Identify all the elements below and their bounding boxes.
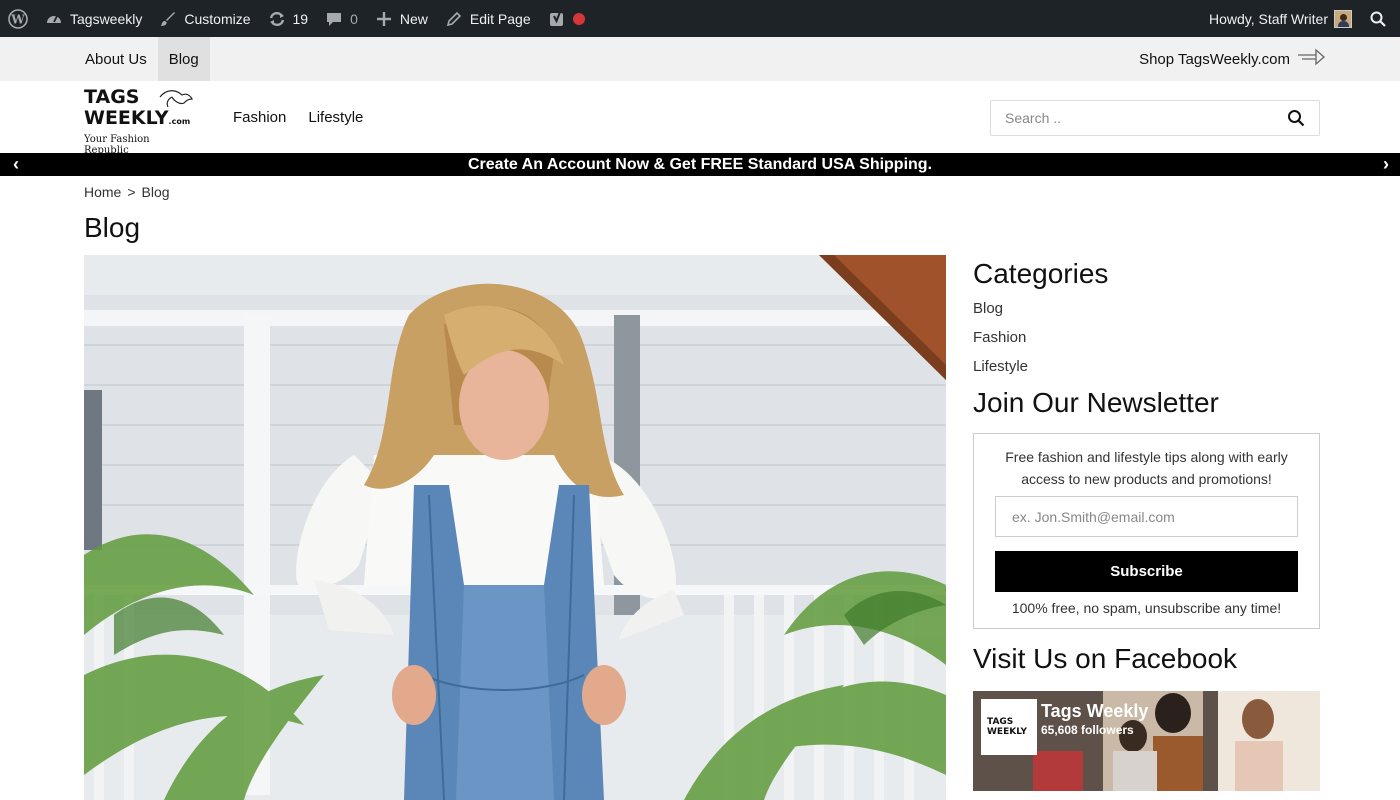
newsletter-note: 100% free, no spam, unsubscribe any time…: [1011, 600, 1282, 616]
site-name-label: Tagsweekly: [70, 10, 143, 27]
wp-admin-bar: W Tagsweekly Customize 19 0 New Edit Pag…: [0, 0, 1400, 37]
seo-status-dot: [572, 12, 585, 25]
category-link-lifestyle[interactable]: Lifestyle: [973, 358, 1028, 375]
howdy-label: Howdy, Staff Writer: [1208, 10, 1328, 27]
email-field[interactable]: [995, 496, 1298, 537]
site-header: TAGS WEEKLY.com Your Fashion Republic Fa…: [0, 81, 1400, 156]
wordpress-icon: W: [8, 8, 28, 29]
announcement-prev-button[interactable]: ‹: [6, 153, 26, 176]
announcement-bar: ‹ Create An Account Now & Get FREE Stand…: [0, 153, 1400, 176]
site-logo[interactable]: TAGS WEEKLY.com Your Fashion Republic: [84, 87, 196, 156]
arrow-right-icon: [1296, 47, 1326, 71]
sidebar: Categories Blog Fashion Lifestyle Join O…: [973, 258, 1320, 791]
subscribe-button[interactable]: Subscribe: [995, 551, 1298, 592]
new-content-button[interactable]: New: [366, 0, 436, 37]
search-box: [990, 100, 1320, 136]
comment-icon: [324, 9, 344, 29]
nav-link-fashion[interactable]: Fashion: [222, 109, 297, 126]
fb-logo-line-1: TAGS: [987, 717, 1014, 727]
pencil-icon: [444, 9, 464, 29]
site-name-menu[interactable]: Tagsweekly: [36, 0, 150, 37]
dashboard-icon: [44, 9, 64, 29]
nav-link-about-us[interactable]: About Us: [74, 37, 158, 81]
breadcrumb-separator: >: [127, 184, 136, 200]
plus-icon: [374, 9, 394, 29]
customize-label: Customize: [184, 10, 251, 27]
facebook-page-name[interactable]: Tags Weekly: [1041, 701, 1148, 722]
logo-bird-icon: [158, 87, 194, 116]
breadcrumb-current: Blog: [141, 184, 170, 200]
yoast-seo-button[interactable]: [539, 0, 593, 37]
newsletter-form: Free fashion and lifestyle tips along wi…: [973, 433, 1320, 629]
announcement-next-button[interactable]: ›: [1376, 153, 1396, 176]
categories-title: Categories: [973, 258, 1109, 289]
comments-count: 0: [350, 10, 358, 27]
breadcrumb: Home > Blog: [84, 184, 170, 200]
search-icon[interactable]: [1287, 109, 1305, 127]
updates-icon: [267, 9, 287, 29]
announcement-text[interactable]: Create An Account Now & Get FREE Standar…: [468, 156, 932, 174]
main-navigation: Fashion Lifestyle: [222, 81, 374, 153]
my-account-menu[interactable]: Howdy, Staff Writer: [1201, 0, 1360, 37]
shop-link-label: Shop TagsWeekly.com: [1139, 50, 1290, 68]
edit-page-label: Edit Page: [469, 10, 531, 27]
logo-line-2: WEEKLY: [84, 107, 169, 129]
avatar: [1334, 9, 1352, 28]
page-title: Blog: [84, 212, 141, 243]
facebook-title: Visit Us on Facebook: [973, 643, 1238, 674]
nav-link-lifestyle[interactable]: Lifestyle: [297, 109, 374, 126]
admin-search-button[interactable]: [1360, 0, 1400, 37]
featured-image[interactable]: [84, 255, 946, 800]
comments-button[interactable]: 0: [316, 0, 366, 37]
category-link-fashion[interactable]: Fashion: [973, 329, 1026, 346]
logo-com: .com: [168, 117, 191, 126]
svg-text:W: W: [10, 12, 25, 26]
shop-link[interactable]: Shop TagsWeekly.com: [1139, 37, 1326, 81]
brush-icon: [158, 9, 178, 29]
newsletter-title: Join Our Newsletter: [973, 387, 1219, 418]
facebook-page-plugin[interactable]: TAGS WEEKLY Tags Weekly 65,608 followers: [973, 691, 1320, 791]
yoast-icon: [547, 9, 567, 29]
updates-count: 19: [292, 10, 309, 27]
edit-page-button[interactable]: Edit Page: [436, 0, 539, 37]
fb-logo-line-2: WEEKLY: [987, 727, 1028, 737]
search-input[interactable]: [1005, 110, 1287, 126]
facebook-followers: 65,608 followers: [1041, 723, 1134, 737]
new-label: New: [399, 10, 428, 27]
search-icon: [1368, 9, 1388, 29]
top-navigation: About Us Blog Shop TagsWeekly.com: [0, 37, 1400, 81]
customize-button[interactable]: Customize: [150, 0, 258, 37]
wordpress-logo-button[interactable]: W: [0, 0, 36, 37]
nav-link-blog[interactable]: Blog: [157, 37, 210, 81]
newsletter-description: Free fashion and lifestyle tips along wi…: [1005, 449, 1288, 487]
breadcrumb-home[interactable]: Home: [84, 184, 121, 200]
category-link-blog[interactable]: Blog: [973, 300, 1003, 317]
updates-button[interactable]: 19: [259, 0, 317, 37]
categories-list: Blog Fashion Lifestyle: [973, 300, 1320, 387]
facebook-page-logo[interactable]: TAGS WEEKLY: [981, 699, 1037, 755]
newsletter-widget: Join Our Newsletter Free fashion and lif…: [973, 387, 1320, 629]
